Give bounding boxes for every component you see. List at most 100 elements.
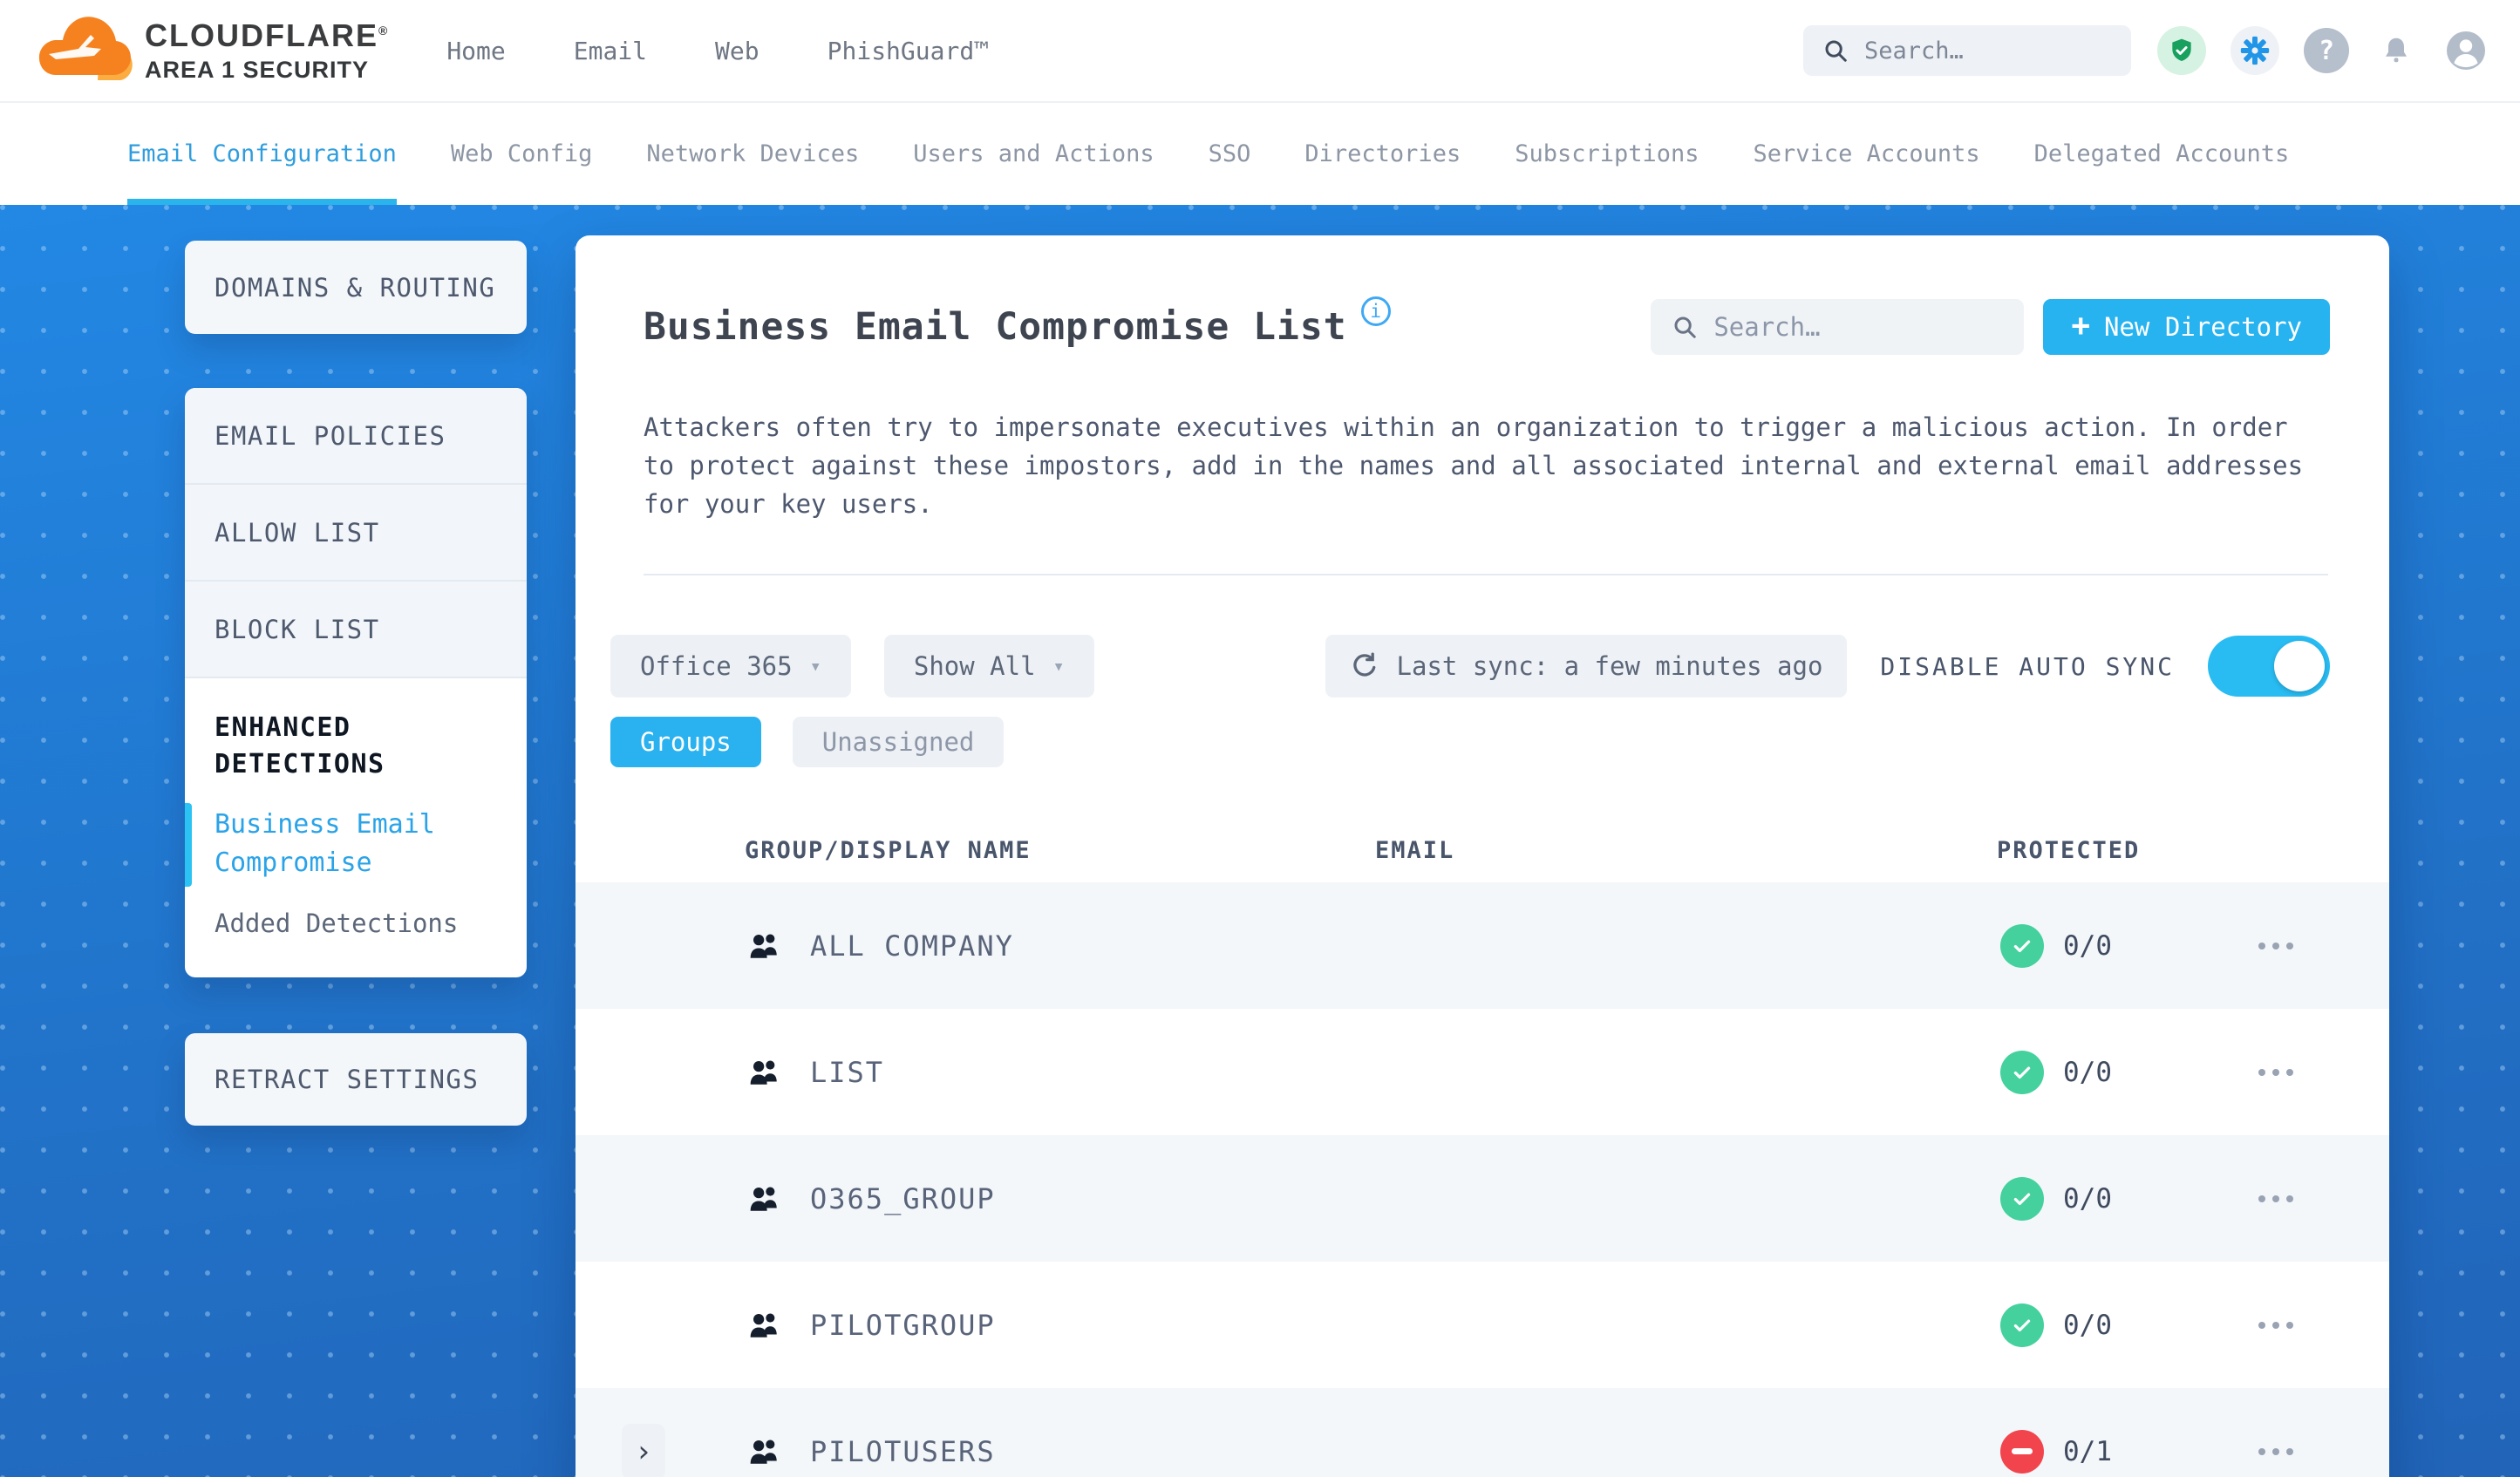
panel-header-controls: + New Directory [1651, 299, 2330, 355]
group-table-body: ALL COMPANY 0/0 LIST 0/0 O365_GROUP 0/0 … [576, 882, 2389, 1477]
group-icon [750, 1059, 777, 1085]
protected-status-icon [2000, 923, 2044, 968]
group-icon [750, 1312, 777, 1337]
protected-cell: 0/0 [2000, 923, 2112, 968]
tab-service-accounts[interactable]: Service Accounts [1754, 103, 1980, 205]
check-icon [2013, 940, 2031, 952]
table-row[interactable]: LIST 0/0 [576, 1009, 2389, 1135]
sidebar-card-policies: EMAIL POLICIES ALLOW LIST BLOCK LIST ENH… [185, 388, 527, 977]
tab-directories[interactable]: Directories [1304, 103, 1461, 205]
sidebar-item-allow-list[interactable]: ALLOW LIST [185, 485, 527, 582]
group-name: ALL COMPANY [810, 929, 1014, 963]
active-item-indicator-bar [185, 803, 192, 887]
nav-email[interactable]: Email [574, 37, 647, 65]
table-row[interactable]: › PILOTUSERS 0/1 [576, 1388, 2389, 1477]
sidebar-item-domains-routing[interactable]: DOMAINS & ROUTING [185, 273, 495, 303]
registered-mark: ® [378, 23, 390, 37]
nav-phishguard[interactable]: PhishGuard™ [828, 37, 989, 65]
check-icon [2013, 1066, 2031, 1079]
row-expand-button[interactable]: › [622, 1423, 665, 1477]
protected-count: 0/0 [2063, 1182, 2112, 1215]
new-directory-button[interactable]: + New Directory [2043, 299, 2330, 355]
logo-cloudflare-label: CLOUDFLARE® [145, 17, 390, 53]
tab-sso[interactable]: SSO [1209, 103, 1251, 205]
auto-sync-toggle[interactable] [2208, 636, 2330, 697]
tab-subscriptions[interactable]: Subscriptions [1515, 103, 1699, 205]
question-mark-icon: ? [2318, 35, 2335, 66]
table-row[interactable]: ALL COMPANY 0/0 [576, 882, 2389, 1009]
check-icon [2013, 1319, 2031, 1331]
help-button[interactable]: ? [2304, 28, 2349, 73]
global-search-input[interactable] [1864, 37, 2074, 65]
gear-icon [2240, 36, 2270, 65]
protected-cell: 0/0 [2000, 1050, 2112, 1094]
protected-count: 0/0 [2063, 929, 2112, 962]
sidebar-item-block-list[interactable]: BLOCK LIST [185, 582, 527, 678]
chevron-right-icon: › [634, 1433, 653, 1469]
sidebar-card-domains-routing[interactable]: DOMAINS & ROUTING [185, 241, 527, 334]
column-header-name: GROUP/DISPLAY NAME [745, 837, 1032, 864]
cloudflare-cloud-icon [38, 17, 133, 80]
tab-unassigned[interactable]: Unassigned [792, 717, 1005, 767]
protected-cell: 0/1 [2000, 1429, 2112, 1474]
row-actions-menu[interactable] [2258, 1447, 2293, 1455]
logo-text: CLOUDFLARE® AREA 1 SECURITY [145, 17, 390, 82]
info-icon[interactable]: i [1360, 296, 1391, 326]
check-icon [2013, 1193, 2031, 1205]
unprotected-status-icon [2000, 1429, 2044, 1474]
search-icon [1825, 40, 1847, 62]
directory-search[interactable] [1651, 299, 2025, 355]
row-actions-menu[interactable] [2258, 942, 2293, 950]
show-filter-select[interactable]: Show All ▾ [883, 635, 1094, 698]
table-row[interactable]: O365_GROUP 0/0 [576, 1135, 2389, 1262]
top-bar: CLOUDFLARE® AREA 1 SECURITY Home Email W… [0, 0, 2520, 103]
row-actions-menu[interactable] [2258, 1321, 2293, 1329]
main-panel: Business Email Compromise List i + New D… [576, 235, 2389, 1477]
tab-groups[interactable]: Groups [610, 717, 761, 767]
page-description: Attackers often try to impersonate execu… [644, 412, 2304, 519]
disable-auto-sync-label: DISABLE AUTO SYNC [1880, 651, 2175, 681]
group-name: LIST [810, 1055, 885, 1089]
content-background: DOMAINS & ROUTING EMAIL POLICIES ALLOW L… [0, 205, 2520, 1477]
directory-search-input[interactable] [1713, 312, 1976, 342]
sidebar-item-enhanced-detections[interactable]: ENHANCED DETECTIONS [215, 710, 497, 783]
column-header-email: EMAIL [1375, 837, 1455, 864]
row-actions-menu[interactable] [2258, 1195, 2293, 1202]
avatar-icon [2447, 31, 2485, 70]
group-icon [750, 1186, 777, 1211]
secondary-nav: Email Configuration Web Config Network D… [0, 103, 2520, 205]
last-sync-button[interactable]: Last sync: a few minutes ago [1325, 635, 1848, 698]
sync-controls: Last sync: a few minutes ago DISABLE AUT… [1325, 635, 2330, 698]
sidebar-item-email-policies[interactable]: EMAIL POLICIES [185, 388, 527, 485]
directory-source-select[interactable]: Office 365 ▾ [610, 635, 851, 698]
tab-network-devices[interactable]: Network Devices [646, 103, 859, 205]
table-row[interactable]: PILOTGROUP 0/0 [576, 1262, 2389, 1388]
row-actions-menu[interactable] [2258, 1068, 2293, 1076]
protected-count: 0/1 [2063, 1435, 2112, 1467]
sidebar-item-business-email-compromise[interactable]: Business Email Compromise [215, 806, 497, 882]
nav-home[interactable]: Home [446, 37, 505, 65]
sidebar-item-added-detections[interactable]: Added Detections [215, 909, 497, 938]
tab-delegated-accounts[interactable]: Delegated Accounts [2034, 103, 2290, 205]
protected-cell: 0/0 [2000, 1176, 2112, 1221]
settings-button[interactable] [2231, 26, 2279, 75]
page-title: Business Email Compromise List [644, 305, 1347, 349]
nav-web[interactable]: Web [715, 37, 759, 65]
tab-users-and-actions[interactable]: Users and Actions [913, 103, 1154, 205]
notifications-button[interactable] [2374, 28, 2419, 73]
tab-email-configuration[interactable]: Email Configuration [127, 103, 397, 205]
protected-status-icon [2000, 1303, 2044, 1347]
bell-icon [2386, 37, 2407, 63]
tab-web-config[interactable]: Web Config [451, 103, 593, 205]
sidebar-item-retract-settings[interactable]: RETRACT SETTINGS [185, 1065, 479, 1094]
security-status-button[interactable] [2157, 26, 2206, 75]
plus-icon: + [2071, 307, 2091, 344]
account-button[interactable] [2443, 28, 2489, 73]
cloudflare-logo[interactable]: CLOUDFLARE® AREA 1 SECURITY [37, 10, 389, 91]
sidebar-enhanced-detections-section: ENHANCED DETECTIONS Business Email Compr… [185, 678, 527, 938]
global-search[interactable] [1803, 25, 2131, 76]
sidebar-card-retract-settings[interactable]: RETRACT SETTINGS [185, 1033, 527, 1126]
top-icon-row: ? [2157, 26, 2489, 75]
section-divider [644, 574, 2328, 575]
panel-header: Business Email Compromise List i + New D… [644, 296, 2330, 356]
